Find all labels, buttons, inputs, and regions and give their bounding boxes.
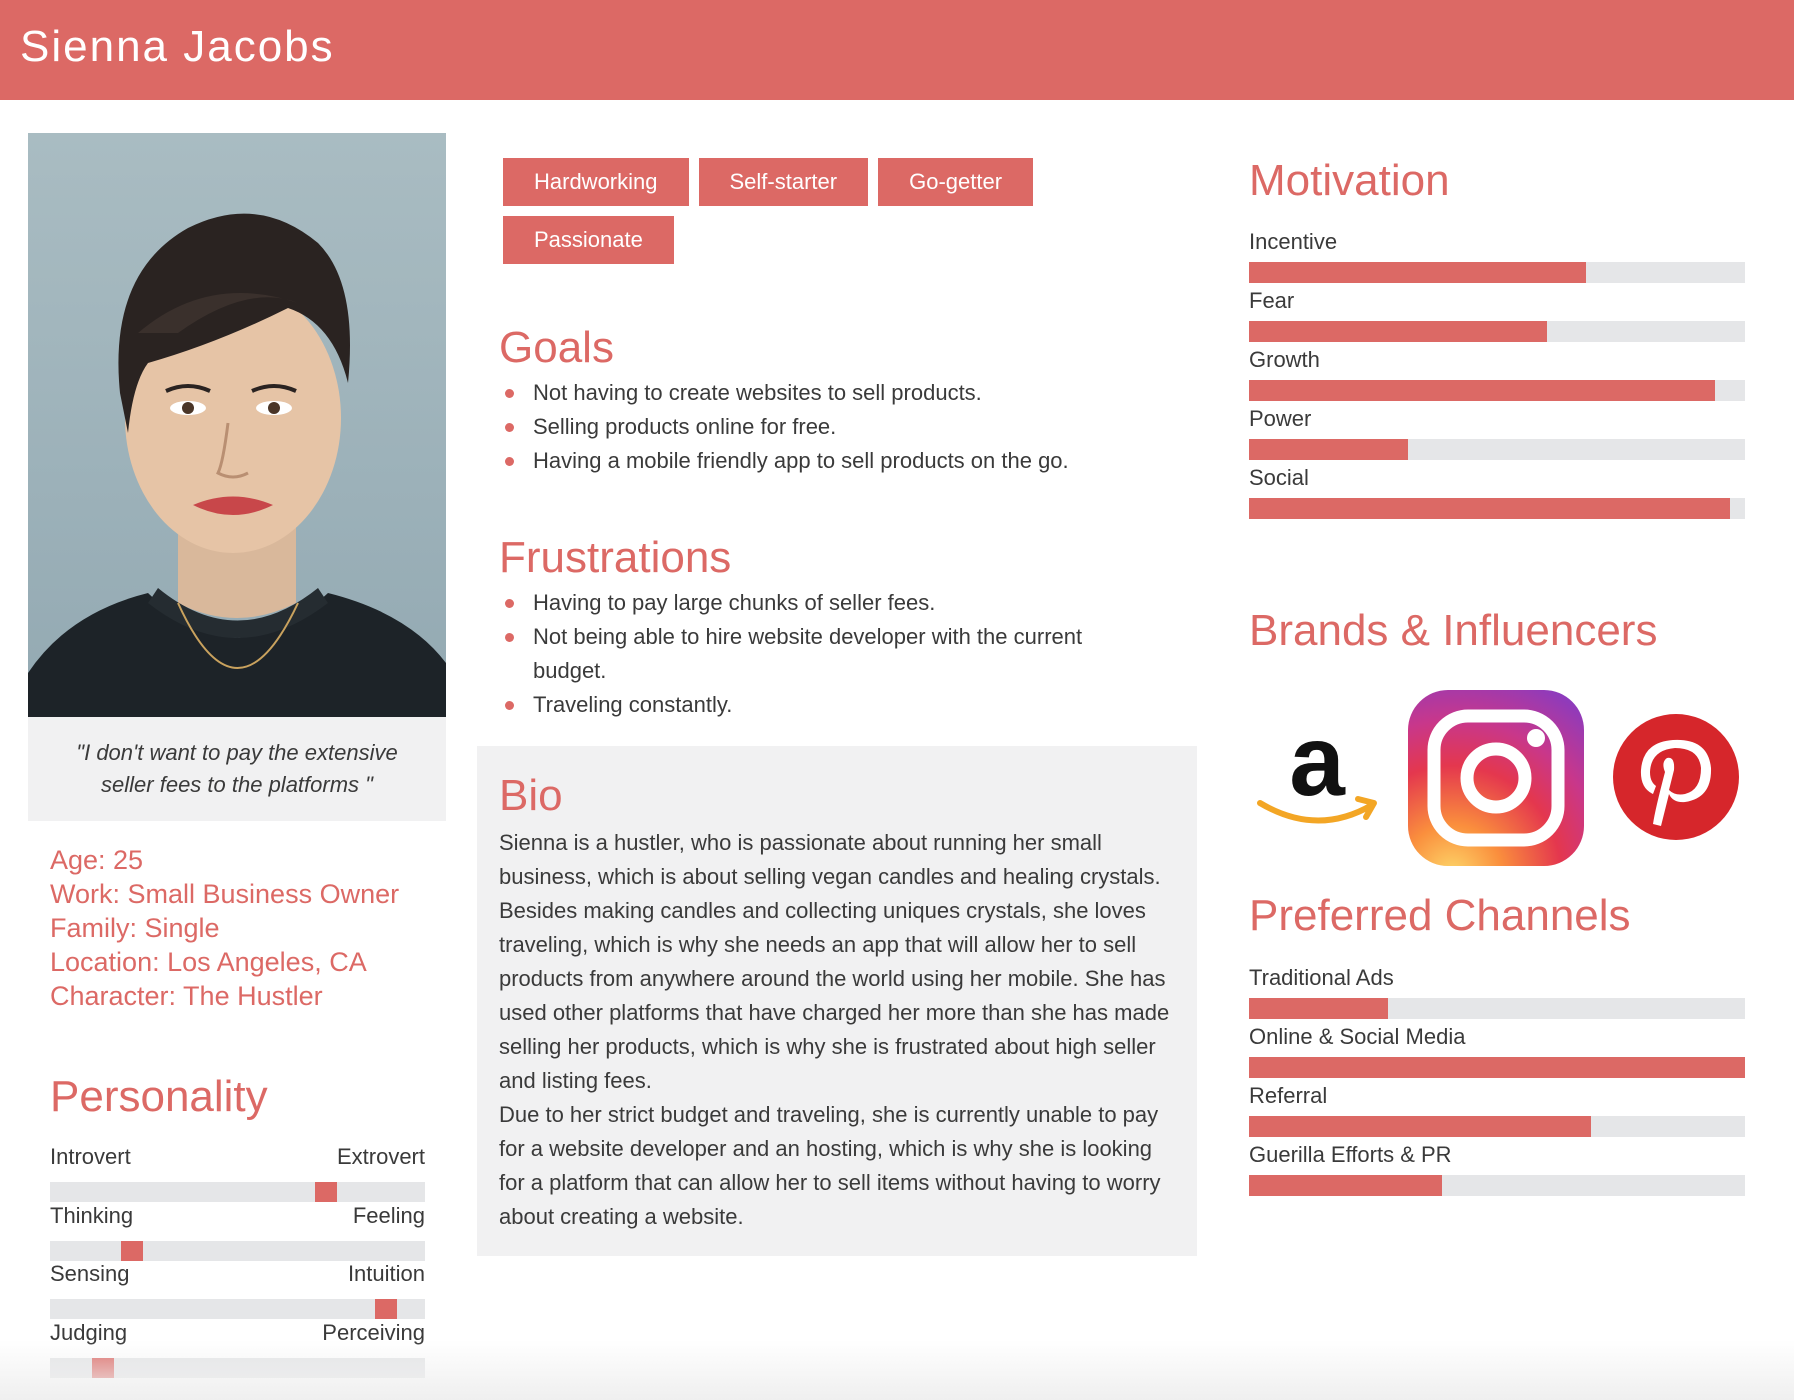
motivation-row: Incentive xyxy=(1249,228,1745,287)
channel-row: Guerilla Efforts & PR xyxy=(1249,1141,1745,1200)
personality-slider xyxy=(50,1299,425,1319)
amazon-logo-icon: a xyxy=(1252,705,1382,835)
bar-label: Online & Social Media xyxy=(1249,1024,1466,1049)
bio-panel: Bio Sienna is a hustler, who is passiona… xyxy=(477,746,1197,1256)
bar-label: Fear xyxy=(1249,288,1295,313)
bar-label: Incentive xyxy=(1249,229,1338,254)
frustrations-title: Frustrations xyxy=(499,533,732,582)
goal-item: Not having to create websites to sell pr… xyxy=(503,376,1143,410)
svg-text:a: a xyxy=(1289,725,1346,817)
channel-row: Traditional Ads xyxy=(1249,964,1745,1023)
slider-thumb xyxy=(121,1241,143,1261)
personality-pair: Introvert Extrovert xyxy=(50,1144,425,1202)
channel-row: Referral xyxy=(1249,1082,1745,1141)
motivation-row: Fear xyxy=(1249,287,1745,346)
bio-text: Sienna is a hustler, who is passionate a… xyxy=(499,826,1179,1234)
tag-passionate: Passionate xyxy=(503,216,674,264)
bio-paragraph: Due to her strict budget and traveling, … xyxy=(499,1102,1161,1229)
personality-title: Personality xyxy=(50,1072,268,1121)
bar-label: Traditional Ads xyxy=(1249,965,1394,990)
bar-track xyxy=(1249,262,1745,283)
motivation-row: Social xyxy=(1249,464,1745,523)
personality-pair: Sensing Intuition xyxy=(50,1261,425,1319)
bar-label: Growth xyxy=(1249,347,1320,372)
bar-track xyxy=(1249,1057,1745,1078)
pair-left-label: Sensing xyxy=(50,1261,130,1286)
header-bar: Sienna Jacobs xyxy=(0,0,1794,100)
goals-list: Not having to create websites to sell pr… xyxy=(503,376,1143,478)
bar-fill xyxy=(1249,1057,1745,1078)
pair-left-label: Introvert xyxy=(50,1144,131,1169)
bar-fill xyxy=(1249,1175,1443,1196)
frustration-item: Traveling constantly. xyxy=(503,688,1143,722)
pair-right-label: Feeling xyxy=(352,1203,425,1228)
motivation-row: Power xyxy=(1249,405,1745,464)
bio-title: Bio xyxy=(499,771,563,820)
bar-fill xyxy=(1249,380,1716,401)
slider-thumb xyxy=(375,1299,397,1319)
pair-right-label: Extrovert xyxy=(336,1144,425,1169)
goals-title: Goals xyxy=(499,323,614,372)
bar-track xyxy=(1249,380,1745,401)
bar-label: Social xyxy=(1249,465,1309,490)
bar-fill xyxy=(1249,1116,1592,1137)
frustration-item: Not being able to hire website developer… xyxy=(503,620,1143,688)
channel-bars: Traditional Ads Online & Social Media Re… xyxy=(1249,964,1745,1200)
bio-paragraph: Sienna is a hustler, who is passionate a… xyxy=(499,830,1170,1093)
pinterest-logo-icon xyxy=(1613,714,1739,840)
instagram-logo-icon xyxy=(1408,690,1584,866)
personality-pair: Thinking Feeling xyxy=(50,1203,425,1261)
tag-go-getter: Go-getter xyxy=(878,158,1034,206)
motivation-row: Growth xyxy=(1249,346,1745,405)
frustration-item: Having to pay large chunks of seller fee… xyxy=(503,586,1143,620)
bar-track xyxy=(1249,1116,1745,1137)
info-location: Location: Los Angeles, CA xyxy=(50,947,367,977)
slider-thumb xyxy=(315,1182,337,1202)
bar-fill xyxy=(1249,498,1731,519)
persona-page: Sienna Jacobs "I don't want to pay the e… xyxy=(0,0,1794,1400)
pair-left-label: Thinking xyxy=(50,1203,134,1228)
bar-track xyxy=(1249,321,1745,342)
channels-title: Preferred Channels xyxy=(1249,891,1631,940)
bar-track xyxy=(1249,998,1745,1019)
info-age: Age: 25 xyxy=(50,845,144,875)
frustrations-list: Having to pay large chunks of seller fee… xyxy=(503,586,1143,722)
bar-track xyxy=(1249,1175,1745,1196)
bar-track xyxy=(1249,439,1745,460)
motivation-bars: Incentive Fear Growth Power Social xyxy=(1249,228,1745,523)
pair-right-label: Intuition xyxy=(347,1261,425,1286)
bar-label: Power xyxy=(1249,406,1312,431)
bar-fill xyxy=(1249,321,1547,342)
portrait-illustration xyxy=(28,213,446,717)
motivation-title: Motivation xyxy=(1249,156,1450,205)
trait-tags: Hardworking Self-starter Go-getter Passi… xyxy=(503,158,1063,264)
bar-fill xyxy=(1249,439,1408,460)
personality-slider xyxy=(50,1182,425,1202)
goal-item: Having a mobile friendly app to sell pro… xyxy=(503,444,1143,478)
bar-fill xyxy=(1249,998,1388,1019)
info-family: Family: Single xyxy=(50,913,220,943)
bar-fill xyxy=(1249,262,1587,283)
persona-info: Age: 25 Work: Small Business Owner Famil… xyxy=(50,843,450,1013)
info-character: Character: The Hustler xyxy=(50,981,323,1011)
personality-slider xyxy=(50,1241,425,1261)
persona-name: Sienna Jacobs xyxy=(20,22,335,71)
goal-item: Selling products online for free. xyxy=(503,410,1143,444)
tag-self-starter: Self-starter xyxy=(698,158,869,206)
persona-photo xyxy=(28,133,446,717)
bar-label: Guerilla Efforts & PR xyxy=(1249,1142,1452,1167)
bottom-fade xyxy=(0,1340,1794,1400)
quote-box: "I don't want to pay the extensive selle… xyxy=(28,717,446,821)
bar-track xyxy=(1249,498,1745,519)
tag-hardworking: Hardworking xyxy=(503,158,689,206)
channel-row: Online & Social Media xyxy=(1249,1023,1745,1082)
persona-quote: "I don't want to pay the extensive selle… xyxy=(76,740,398,797)
info-work: Work: Small Business Owner xyxy=(50,879,400,909)
brands-title: Brands & Influencers xyxy=(1249,606,1658,655)
bar-label: Referral xyxy=(1249,1083,1328,1108)
